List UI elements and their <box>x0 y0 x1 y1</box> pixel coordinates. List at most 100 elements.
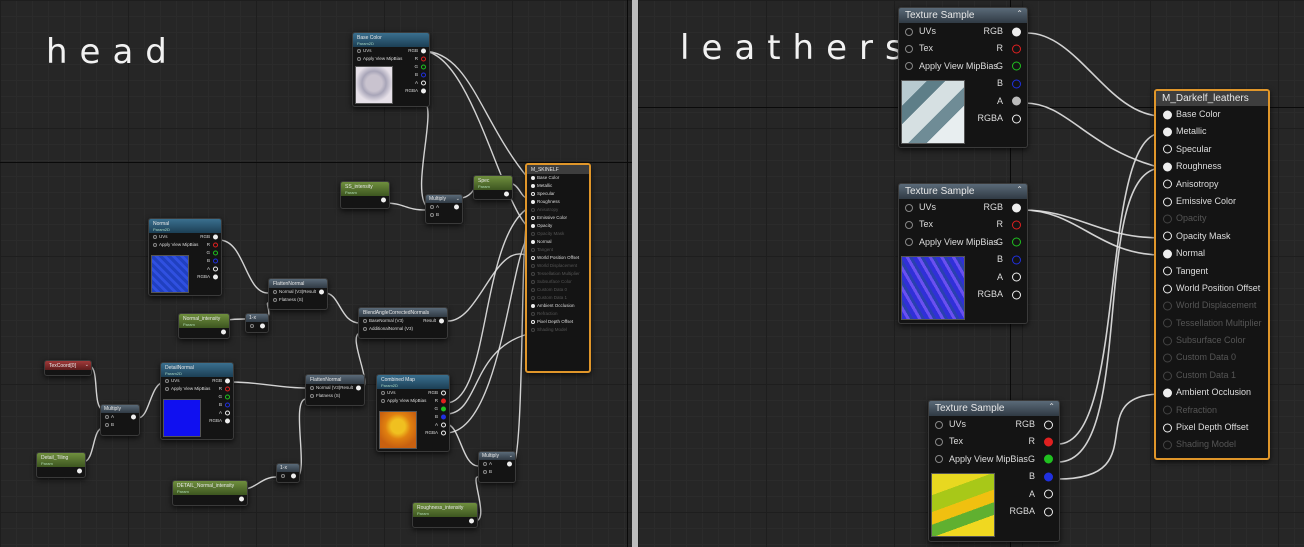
material-input-pin[interactable] <box>1163 249 1172 259</box>
material-input-row[interactable]: Emissive Color <box>1156 193 1268 210</box>
material-input-pin[interactable] <box>531 256 535 260</box>
value-output-pin[interactable] <box>504 191 509 197</box>
material-input-row[interactable]: Base Color <box>1156 106 1268 123</box>
g-output-pin[interactable] <box>1012 237 1021 247</box>
mipbias-input-pin[interactable] <box>905 62 913 71</box>
mipbias-input-pin[interactable] <box>905 238 913 247</box>
normal-texture-node[interactable]: Normal Param2D UVs RGB Apply View MipBias R… <box>148 218 222 296</box>
multiply-node-top[interactable]: Multiply ⌄ A B <box>425 194 463 224</box>
material-input-row[interactable]: Shading Model <box>527 326 589 334</box>
material-input-row[interactable]: Normal <box>1156 245 1268 262</box>
material-input-pin[interactable] <box>531 224 535 228</box>
material-input-row[interactable]: Normal <box>527 238 589 246</box>
mipbias-input-pin[interactable] <box>935 455 943 464</box>
detail-tiling-param-node[interactable]: Detail_Tiling Param <box>36 452 86 478</box>
material-input-row[interactable]: Custom Data 1 <box>1156 367 1268 384</box>
material-input-row[interactable]: World Displacement <box>1156 297 1268 314</box>
b-output-pin[interactable] <box>441 414 446 420</box>
multiply-node-bottom[interactable]: Multiply ⌄ A B <box>478 451 516 483</box>
material-input-row[interactable]: Tangent <box>1156 263 1268 280</box>
material-input-pin[interactable] <box>1163 371 1172 381</box>
material-input-pin[interactable] <box>1163 197 1172 207</box>
g-output-pin[interactable] <box>1012 61 1021 71</box>
material-input-pin[interactable] <box>531 216 535 220</box>
flatten-normal-node-2[interactable]: FlattenNormal Normal (V3) Result Flatness… <box>305 374 365 406</box>
rgba-output-pin[interactable] <box>1012 114 1021 124</box>
one-minus-node-1[interactable]: 1-x <box>245 313 269 333</box>
material-input-row[interactable]: Specular <box>527 190 589 198</box>
roughness-intensity-param-node[interactable]: Roughness_intensity Param <box>412 502 478 528</box>
g-output-pin[interactable] <box>213 250 218 256</box>
material-input-pin[interactable] <box>531 184 535 188</box>
additional-normal-input-pin[interactable] <box>363 327 367 331</box>
material-input-pin[interactable] <box>1163 144 1172 154</box>
spec-param-node[interactable]: Spec Param <box>473 175 513 200</box>
a-input-pin[interactable] <box>430 205 434 209</box>
rgb-output-pin[interactable] <box>421 48 426 54</box>
tex-input-pin[interactable] <box>935 438 943 447</box>
material-input-pin[interactable] <box>531 288 535 292</box>
material-input-pin[interactable] <box>1163 405 1172 415</box>
value-output-pin[interactable] <box>77 468 82 474</box>
rgb-output-pin[interactable] <box>441 390 446 396</box>
detail-normal-intensity-param-node[interactable]: DETAIL_Normal_intensity Param <box>172 480 248 506</box>
material-input-pin[interactable] <box>1163 214 1172 224</box>
material-input-pin[interactable] <box>1163 266 1172 276</box>
r-output-pin[interactable] <box>441 398 446 404</box>
collapse-icon[interactable]: ⌄ <box>509 453 513 459</box>
collapse-icon[interactable]: ⌃ <box>1048 402 1055 411</box>
a-output-pin[interactable] <box>1012 272 1021 282</box>
r-output-pin[interactable] <box>213 242 218 248</box>
base-color-texture-node[interactable]: Base Color Param2D UVs RGB Apply View MipB… <box>352 32 430 107</box>
g-output-pin[interactable] <box>421 64 426 70</box>
a-output-pin[interactable] <box>1012 96 1021 106</box>
uvs-input-pin[interactable] <box>381 391 385 395</box>
ss-intensity-param-node[interactable]: SS_intensity Param <box>340 181 390 209</box>
rgb-output-pin[interactable] <box>225 378 230 384</box>
texture-sample-node-2[interactable]: Texture Sample ⌃ UVs RGB Tex R Apply View M… <box>898 183 1028 324</box>
material-input-row[interactable]: Anisotropy <box>527 206 589 214</box>
material-input-pin[interactable] <box>531 328 535 332</box>
material-input-pin[interactable] <box>1163 179 1172 189</box>
uvs-input-pin[interactable] <box>165 379 169 383</box>
material-input-row[interactable]: Metallic <box>1156 123 1268 140</box>
a-input-pin[interactable] <box>483 462 487 466</box>
one-minus-node-2[interactable]: 1-x <box>276 463 300 483</box>
collapse-icon[interactable]: ⌃ <box>1016 185 1023 194</box>
material-input-row[interactable]: Refraction <box>527 310 589 318</box>
material-input-pin[interactable] <box>531 200 535 204</box>
material-input-pin[interactable] <box>531 232 535 236</box>
b-output-pin[interactable] <box>1012 255 1021 265</box>
value-output-pin[interactable] <box>381 197 386 203</box>
material-input-pin[interactable] <box>531 264 535 268</box>
flatness-input-pin[interactable] <box>273 298 277 302</box>
b-input-pin[interactable] <box>483 470 487 474</box>
material-input-pin[interactable] <box>1163 388 1172 398</box>
r-output-pin[interactable] <box>1012 220 1021 230</box>
material-input-pin[interactable] <box>531 240 535 244</box>
a-input-pin[interactable] <box>105 415 109 419</box>
result-output-pin[interactable] <box>507 461 512 467</box>
a-output-pin[interactable] <box>441 422 446 428</box>
material-input-pin[interactable] <box>1163 336 1172 346</box>
texcoord-node[interactable]: TexCoord[0] ⌄ <box>44 360 92 376</box>
mipbias-input-pin[interactable] <box>357 57 361 61</box>
material-input-pin[interactable] <box>1163 353 1172 363</box>
material-input-row[interactable]: World Displacement <box>527 262 589 270</box>
material-input-row[interactable]: Roughness <box>527 198 589 206</box>
material-input-row[interactable]: Specular <box>1156 141 1268 158</box>
a-output-pin[interactable] <box>225 410 230 416</box>
material-input-pin[interactable] <box>531 304 535 308</box>
material-input-row[interactable]: Metallic <box>527 182 589 190</box>
value-output-pin[interactable] <box>221 329 226 335</box>
material-input-row[interactable]: Pixel Depth Offset <box>1156 419 1268 436</box>
collapse-icon[interactable]: ⌃ <box>1016 9 1023 18</box>
r-output-pin[interactable] <box>1044 437 1053 447</box>
material-input-pin[interactable] <box>531 320 535 324</box>
combined-map-texture-node[interactable]: Combined Map Param2D UVs RGB Apply View Mi… <box>376 374 450 452</box>
material-input-pin[interactable] <box>531 176 535 180</box>
material-input-row[interactable]: Roughness <box>1156 158 1268 175</box>
value-output-pin[interactable] <box>469 518 474 524</box>
output-pin[interactable] <box>291 473 296 479</box>
material-input-row[interactable]: Tangent <box>527 246 589 254</box>
